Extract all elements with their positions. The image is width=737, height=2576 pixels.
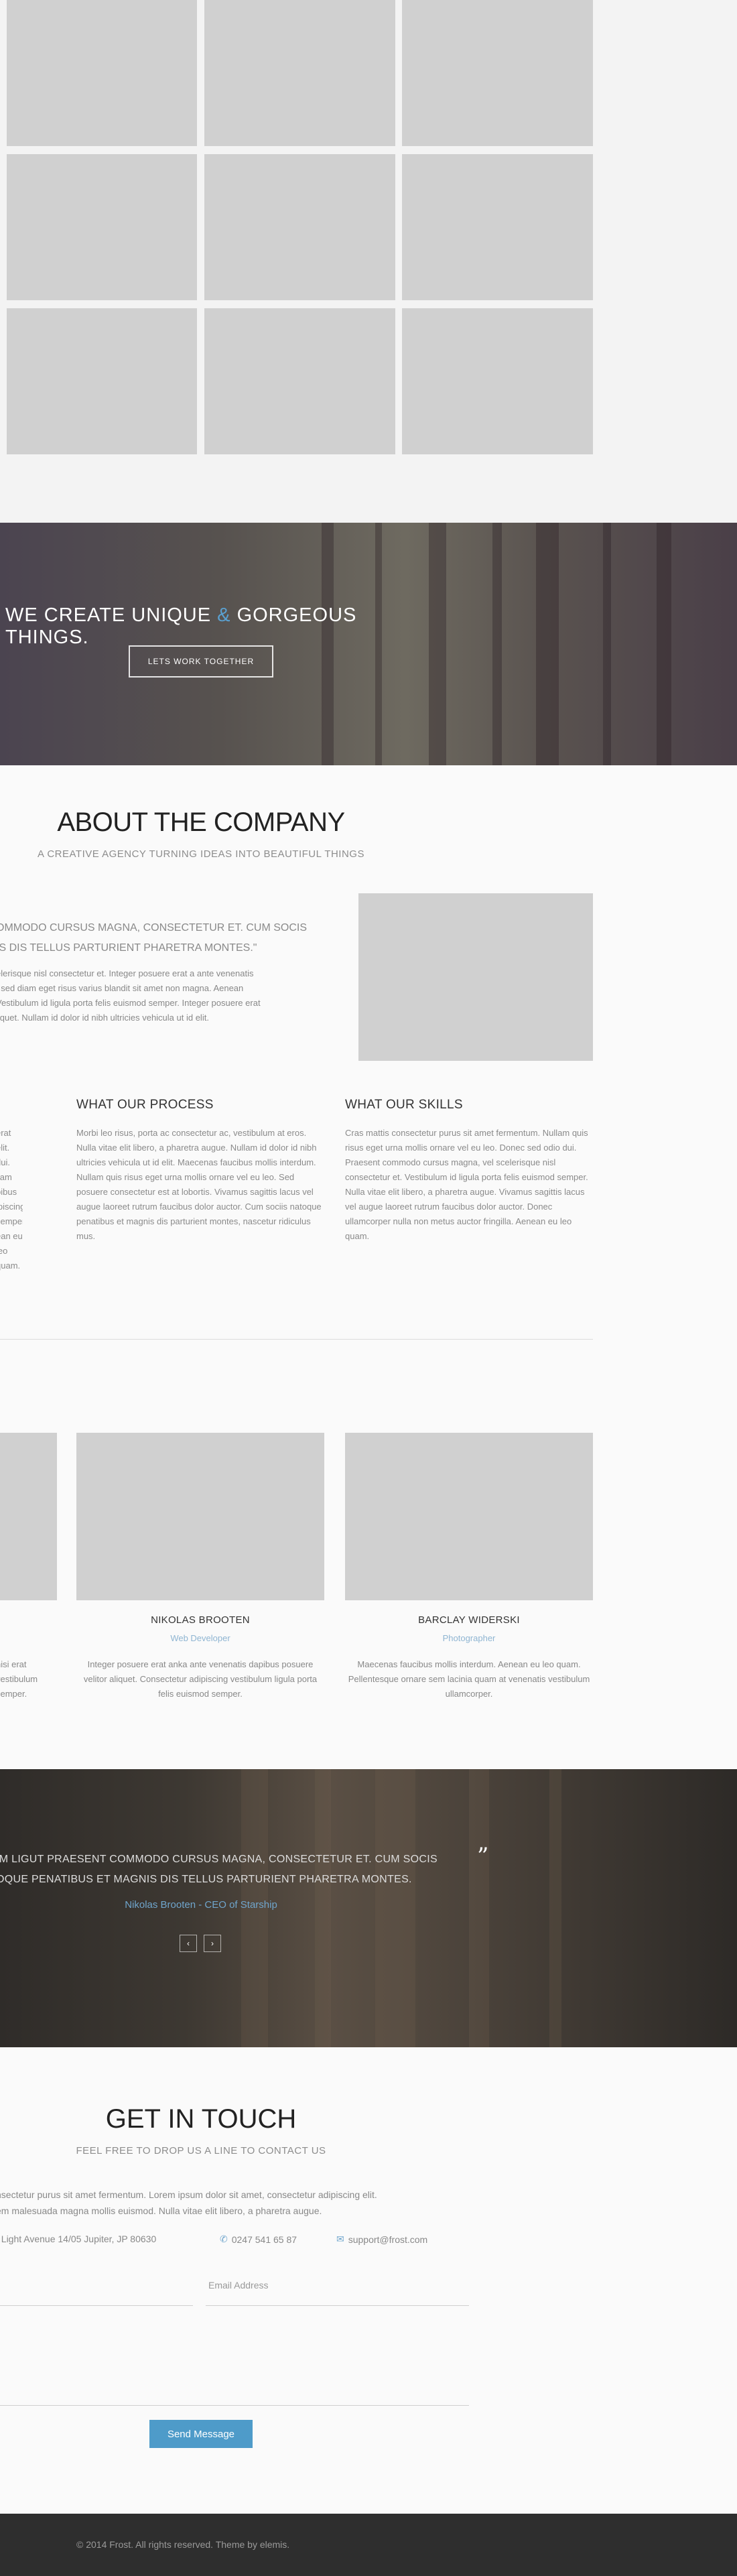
team-member-name: BARCLAY WIDERSKI [418,1614,520,1626]
chevron-left-icon: ‹ [187,1939,190,1948]
about-image [358,893,593,1061]
about-subtitle: A CREATIVE AGENCY TURNING IDEAS INTO BEA… [38,848,364,860]
portfolio-section [0,0,737,523]
footer-copyright: © 2014 Frost. All rights reserved. Theme… [76,2539,290,2550]
contact-title: GET IN TOUCH [105,2104,297,2134]
portfolio-item[interactable] [7,308,197,454]
hero-background-tree [536,523,559,765]
send-message-button[interactable]: Send Message [149,2420,253,2448]
hero-title-part1: WE CREATE UNIQUE [5,604,212,626]
email-icon: ✉ [336,2234,344,2244]
portfolio-item[interactable] [402,154,593,300]
section-divider [0,1339,593,1340]
testimonial-quote: IM LIGUT PRAESENT COMMODO CURSUS MAGNA, … [0,1850,465,1890]
testimonial-prev-button[interactable]: ‹ [180,1935,197,1952]
testimonial-background-stalk [549,1769,561,2047]
contact-phone-text: 0247 541 65 87 [231,2234,297,2245]
contact-email: ✉ support@frost.com [336,2234,427,2245]
testimonial-quote-line: IM LIGUT PRAESENT COMMODO CURSUS MAGNA, … [0,1854,438,1865]
team-member-role: Web Developer [170,1633,230,1643]
contact-text: nsectetur purus sit amet fermentum. Lore… [0,2187,438,2219]
testimonial-background-stalk [469,1769,489,2047]
contact-email-link[interactable]: support@frost.com [348,2234,427,2245]
team-member-text: nisi erat vestibulum semper. [0,1659,38,1699]
hero-background-tree [657,523,671,765]
about-quote: OMMODO CURSUS MAGNA, CONSECTETUR ET. CUM… [0,918,344,958]
testimonial-next-button[interactable]: › [204,1935,221,1952]
contact-address: t Light Avenue 14/05 Jupiter, JP 80630 [0,2234,156,2244]
team-member-photo [0,1433,57,1600]
name-field[interactable] [0,2268,193,2306]
lets-work-together-button[interactable]: LETS WORK TOGETHER [129,645,273,678]
about-text-line: liquet. Nullam id dolor id nibh ultricie… [0,1013,209,1023]
hero-background-tree [429,523,446,765]
hero-title-ampersand: & [217,604,231,626]
about-text-line: elerisque nisl consectetur et. Integer p… [0,968,254,978]
contact-phone: ✆ 0247 541 65 87 [220,2234,297,2245]
about-column-text: Cras mattis consectetur purus sit amet f… [345,1128,588,1241]
footer: © 2014 Frost. All rights reserved. Theme… [0,2514,737,2576]
about-text: elerisque nisl consectetur et. Integer p… [0,966,331,1025]
contact-text-line: em malesuada magna mollis euismod. Nulla… [0,2205,322,2216]
about-column-title: WHAT OUR PROCESS [76,1098,214,1112]
team-member-text: Integer posuere erat anka ante venenatis… [83,1659,318,1699]
hero-banner: WE CREATE UNIQUE & GORGEOUS THINGS. LETS… [0,523,737,765]
about-column-title: WHAT OUR SKILLS [345,1098,463,1112]
about-text-line: . sed diam eget risus varius blandit sit… [0,983,244,993]
contact-text-line: nsectetur purus sit amet fermentum. Lore… [0,2189,377,2200]
chevron-right-icon: › [211,1939,214,1948]
about-column-text: Morbi leo risus, porta ac consectetur ac… [76,1128,322,1241]
about-text-line: Vestibulum id ligula porta felis euismod… [0,998,261,1008]
about-title: ABOUT THE COMPANY [57,808,345,837]
portfolio-item[interactable] [204,0,395,146]
email-field[interactable] [206,2268,469,2306]
testimonial-quote-line: OQUE PENATIBUS ET MAGNIS DIS TELLUS PART… [0,1874,412,1885]
portfolio-item[interactable] [7,0,197,146]
message-field[interactable] [0,2319,469,2406]
contact-address-text: t Light Avenue 14/05 Jupiter, JP 80630 [0,2234,157,2244]
portfolio-item[interactable] [204,308,395,454]
about-column-text: erat elit. dui. llam pibus ipiscing semp… [0,1128,23,1271]
team-member-text: Maecenas faucibus mollis interdum. Aenea… [348,1659,590,1699]
portfolio-item[interactable] [204,154,395,300]
quote-mark-icon: ” [477,1843,489,1870]
team-member-name: NIKOLAS BROOTEN [151,1614,250,1626]
hero-background-tree [603,523,611,765]
portfolio-item[interactable] [402,308,593,454]
portfolio-item[interactable] [7,154,197,300]
about-quote-line: IS DIS TELLUS PARTURIENT PHARETRA MONTES… [0,942,257,954]
testimonial-section: IM LIGUT PRAESENT COMMODO CURSUS MAGNA, … [0,1769,737,2047]
contact-subtitle: FEEL FREE TO DROP US A LINE TO CONTACT U… [76,2145,326,2156]
hero-background-tree [492,523,502,765]
team-member-role: Photographer [442,1633,496,1643]
team-member-photo [76,1433,324,1600]
hero-title: WE CREATE UNIQUE & GORGEOUS THINGS. [0,604,402,649]
testimonial-author: Nikolas Brooten - CEO of Starship [125,1899,277,1911]
about-quote-line: OMMODO CURSUS MAGNA, CONSECTETUR ET. CUM… [0,922,308,933]
team-member-photo [345,1433,593,1600]
phone-icon: ✆ [220,2234,228,2244]
portfolio-item[interactable] [402,0,593,146]
